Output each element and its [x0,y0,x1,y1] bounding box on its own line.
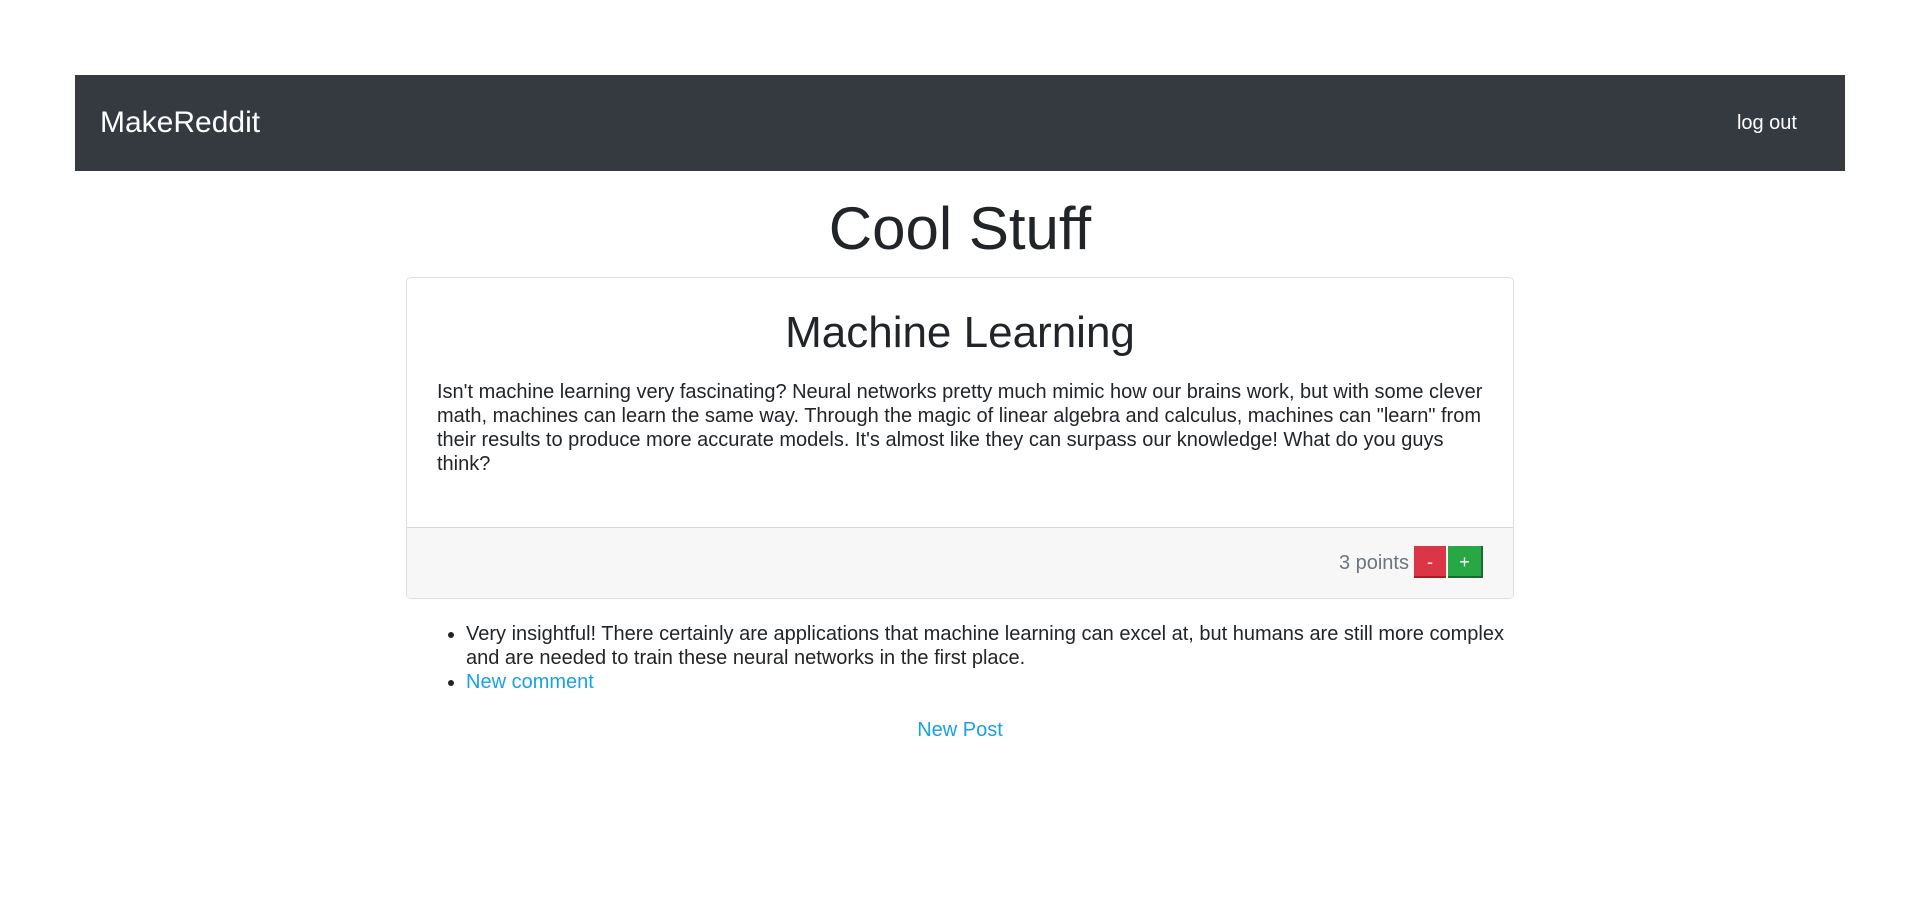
post-card-body: Machine Learning Isn't machine learning … [407,278,1513,527]
top-navbar: MakeReddit log out [75,75,1845,171]
new-post-link[interactable]: New Post [917,719,1003,741]
post-card: Machine Learning Isn't machine learning … [406,277,1514,599]
new-comment-link[interactable]: New comment [466,671,594,693]
post-title: Machine Learning [785,308,1135,357]
comment-list: Very insightful! There certainly are app… [446,622,1516,694]
points-count: 3 points [1338,552,1409,574]
post-card-footer: 3 points - + [407,527,1513,598]
downvote-button[interactable]: - [1414,546,1446,578]
post-body: Isn't machine learning very fascinating?… [437,381,1483,475]
brand-link[interactable]: MakeReddit [100,75,260,171]
subreddit-title: Cool Stuff [828,195,1092,262]
new-comment-item: New comment [466,670,1516,694]
upvote-button[interactable]: + [1448,546,1483,578]
logout-link[interactable]: log out [1737,75,1797,171]
new-post-container: New Post [0,718,1920,742]
comment-item: Very insightful! There certainly are app… [466,622,1516,670]
